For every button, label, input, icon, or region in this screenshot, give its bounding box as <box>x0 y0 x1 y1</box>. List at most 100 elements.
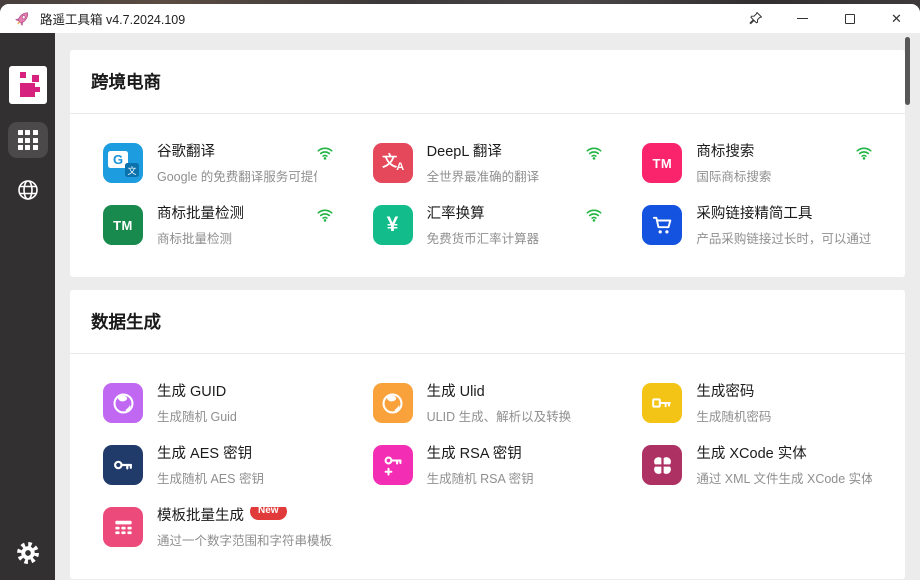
window-title: 路遥工具箱 v4.7.2024.109 <box>40 13 186 27</box>
tool-subtitle: 通过 XML 文件生成 XCode 实体 <box>696 472 872 486</box>
maximize-button[interactable] <box>826 4 873 33</box>
wifi-glyph <box>586 147 602 160</box>
new-badge: New <box>250 507 287 520</box>
tool-item[interactable]: 生成 AES 密钥 生成随机 AES 密钥 <box>83 441 353 503</box>
tool-body: 采购链接精简工具 产品采购链接过长时，可以通过该工 <box>696 205 872 247</box>
tool-subtitle: 免费货币汇率计算器 <box>426 232 540 246</box>
globe-glyph <box>112 392 134 414</box>
tool-item[interactable]: TM 商标批量检测 商标批量检测 <box>83 201 353 263</box>
sidebar-item-all-tools[interactable] <box>7 122 48 158</box>
text-icon: ¥ <box>372 205 413 245</box>
section-card: 跨境电商 G文 谷歌翻译 Google 的免费翻译服务可提供简体 文A Deep… <box>70 50 905 277</box>
deepl-icon: 文A <box>372 143 413 183</box>
tool-item[interactable]: 生成密码 生成随机密码 <box>622 379 892 441</box>
tool-item[interactable]: 生成 GUID 生成随机 Guid <box>83 379 353 441</box>
logo-pixel <box>19 72 26 78</box>
wifi-icon <box>586 143 602 165</box>
tool-subtitle: 商标批量检测 <box>157 232 233 246</box>
gear-icon <box>16 542 39 564</box>
wifi-glyph <box>586 209 602 222</box>
tool-title: DeepL 翻译 <box>426 144 502 160</box>
key-plus-icon <box>372 445 413 485</box>
rocket-icon <box>13 10 31 28</box>
globe-glyph <box>382 392 403 414</box>
window-controls: ✕ <box>732 4 920 33</box>
tool-item[interactable]: 生成 Ulid ULID 生成、解析以及转换 <box>353 379 623 441</box>
tool-title: 模板批量生成 <box>157 508 244 524</box>
text-icon: TM <box>103 205 143 245</box>
vertical-scrollbar[interactable] <box>905 37 910 105</box>
tool-subtitle: 全世界最准确的翻译 <box>426 170 540 184</box>
app-body: 跨境电商 G文 谷歌翻译 Google 的免费翻译服务可提供简体 文A Deep… <box>0 33 920 580</box>
google-translate-icon: G文 <box>103 143 143 183</box>
minimize-icon <box>797 17 808 20</box>
sections: 跨境电商 G文 谷歌翻译 Google 的免费翻译服务可提供简体 文A Deep… <box>70 50 905 579</box>
tool-body: DeepL 翻译 全世界最准确的翻译 <box>427 143 587 185</box>
tool-subtitle: ULID 生成、解析以及转换 <box>426 410 572 424</box>
app-window: 路遥工具箱 v4.7.2024.109 ✕ 跨境电商 G 文 谷歌翻译 Goog… <box>0 4 920 580</box>
tool-body: 谷歌翻译 Google 的免费翻译服务可提供简体 <box>157 143 317 185</box>
wifi-glyph <box>317 209 333 222</box>
section-tools: 生成 GUID 生成随机 Guid 生成 Ulid ULID 生成、解析以及转换 <box>70 354 905 579</box>
tool-item[interactable]: 生成 XCode 实体 通过 XML 文件生成 XCode 实体 <box>622 441 892 503</box>
globe-icon <box>103 383 143 423</box>
tool-item[interactable]: G文 谷歌翻译 Google 的免费翻译服务可提供简体 <box>83 139 353 201</box>
tool-title: 采购链接精简工具 <box>696 206 813 222</box>
sidebar-item-settings[interactable] <box>0 540 55 566</box>
close-button[interactable]: ✕ <box>873 4 920 33</box>
wifi-glyph <box>317 147 333 160</box>
text-icon: TM <box>642 143 683 183</box>
logo-pixel <box>34 87 40 92</box>
key-plus-glyph <box>384 456 402 476</box>
pin-icon <box>749 11 763 25</box>
tool-body: 模板批量生成 New 通过一个数字范围和字符串模板生成 <box>157 507 333 549</box>
wifi-icon <box>317 143 333 165</box>
tool-title: 生成 XCode 实体 <box>696 446 807 462</box>
key-glyph <box>652 398 672 408</box>
tool-body: 生成 XCode 实体 通过 XML 文件生成 XCode 实体 <box>696 445 872 487</box>
tool-item[interactable]: 采购链接精简工具 产品采购链接过长时，可以通过该工 <box>622 201 892 263</box>
template-icon <box>103 507 143 547</box>
tool-item[interactable]: 生成 RSA 密钥 生成随机 RSA 密钥 <box>353 441 623 503</box>
logo-pixel <box>19 83 35 97</box>
maximize-icon <box>844 13 855 24</box>
clover-glyph <box>651 454 673 476</box>
tool-subtitle: 生成随机 Guid <box>157 410 237 424</box>
tool-subtitle: Google 的免费翻译服务可提供简体 <box>157 170 317 184</box>
tool-title: 商标批量检测 <box>157 206 244 222</box>
app-logo[interactable] <box>8 66 47 104</box>
section-tools: G文 谷歌翻译 Google 的免费翻译服务可提供简体 文A DeepL 翻译 … <box>70 114 905 277</box>
tool-item[interactable]: 文A DeepL 翻译 全世界最准确的翻译 <box>353 139 623 201</box>
tool-subtitle: 产品采购链接过长时，可以通过该工 <box>696 232 872 246</box>
tool-item[interactable]: ¥ 汇率换算 免费货币汇率计算器 <box>353 201 623 263</box>
section-header: 跨境电商 <box>70 50 905 114</box>
sidebar <box>0 33 55 580</box>
titlebar[interactable]: 路遥工具箱 v4.7.2024.109 ✕ <box>0 4 920 33</box>
wifi-icon <box>856 143 872 165</box>
tool-title: 生成密码 <box>696 384 755 400</box>
sidebar-item-web[interactable] <box>8 175 48 205</box>
tool-title: 生成 AES 密钥 <box>157 446 253 462</box>
grid-icon <box>17 130 38 150</box>
tool-title: 生成 Ulid <box>426 384 485 400</box>
tool-subtitle: 生成随机 RSA 密钥 <box>426 472 534 486</box>
tool-subtitle: 国际商标搜索 <box>696 170 772 184</box>
template-glyph <box>114 520 132 534</box>
tool-body: 生成 RSA 密钥 生成随机 RSA 密钥 <box>427 445 603 487</box>
tool-title: 谷歌翻译 <box>157 144 215 160</box>
clover-icon <box>642 445 683 485</box>
pin-button[interactable] <box>732 4 779 33</box>
tool-title: 商标搜索 <box>696 144 755 160</box>
tool-subtitle: 通过一个数字范围和字符串模板生成 <box>157 534 333 548</box>
section-card: 数据生成 生成 GUID 生成随机 Guid 生成 Ulid ULID 生成、解… <box>70 290 905 579</box>
wifi-icon <box>586 205 602 227</box>
main-content: 跨境电商 G文 谷歌翻译 Google 的免费翻译服务可提供简体 文A Deep… <box>55 33 920 580</box>
key-rect-icon <box>642 383 683 423</box>
globe-icon <box>372 383 413 423</box>
minimize-button[interactable] <box>779 4 826 33</box>
tool-body: 生成密码 生成随机密码 <box>696 383 872 425</box>
tool-item[interactable]: 模板批量生成 New 通过一个数字范围和字符串模板生成 <box>83 503 353 565</box>
tool-item[interactable]: TM 商标搜索 国际商标搜索 <box>622 139 892 201</box>
tool-title: 生成 GUID <box>157 384 227 400</box>
globe-icon <box>17 180 38 200</box>
